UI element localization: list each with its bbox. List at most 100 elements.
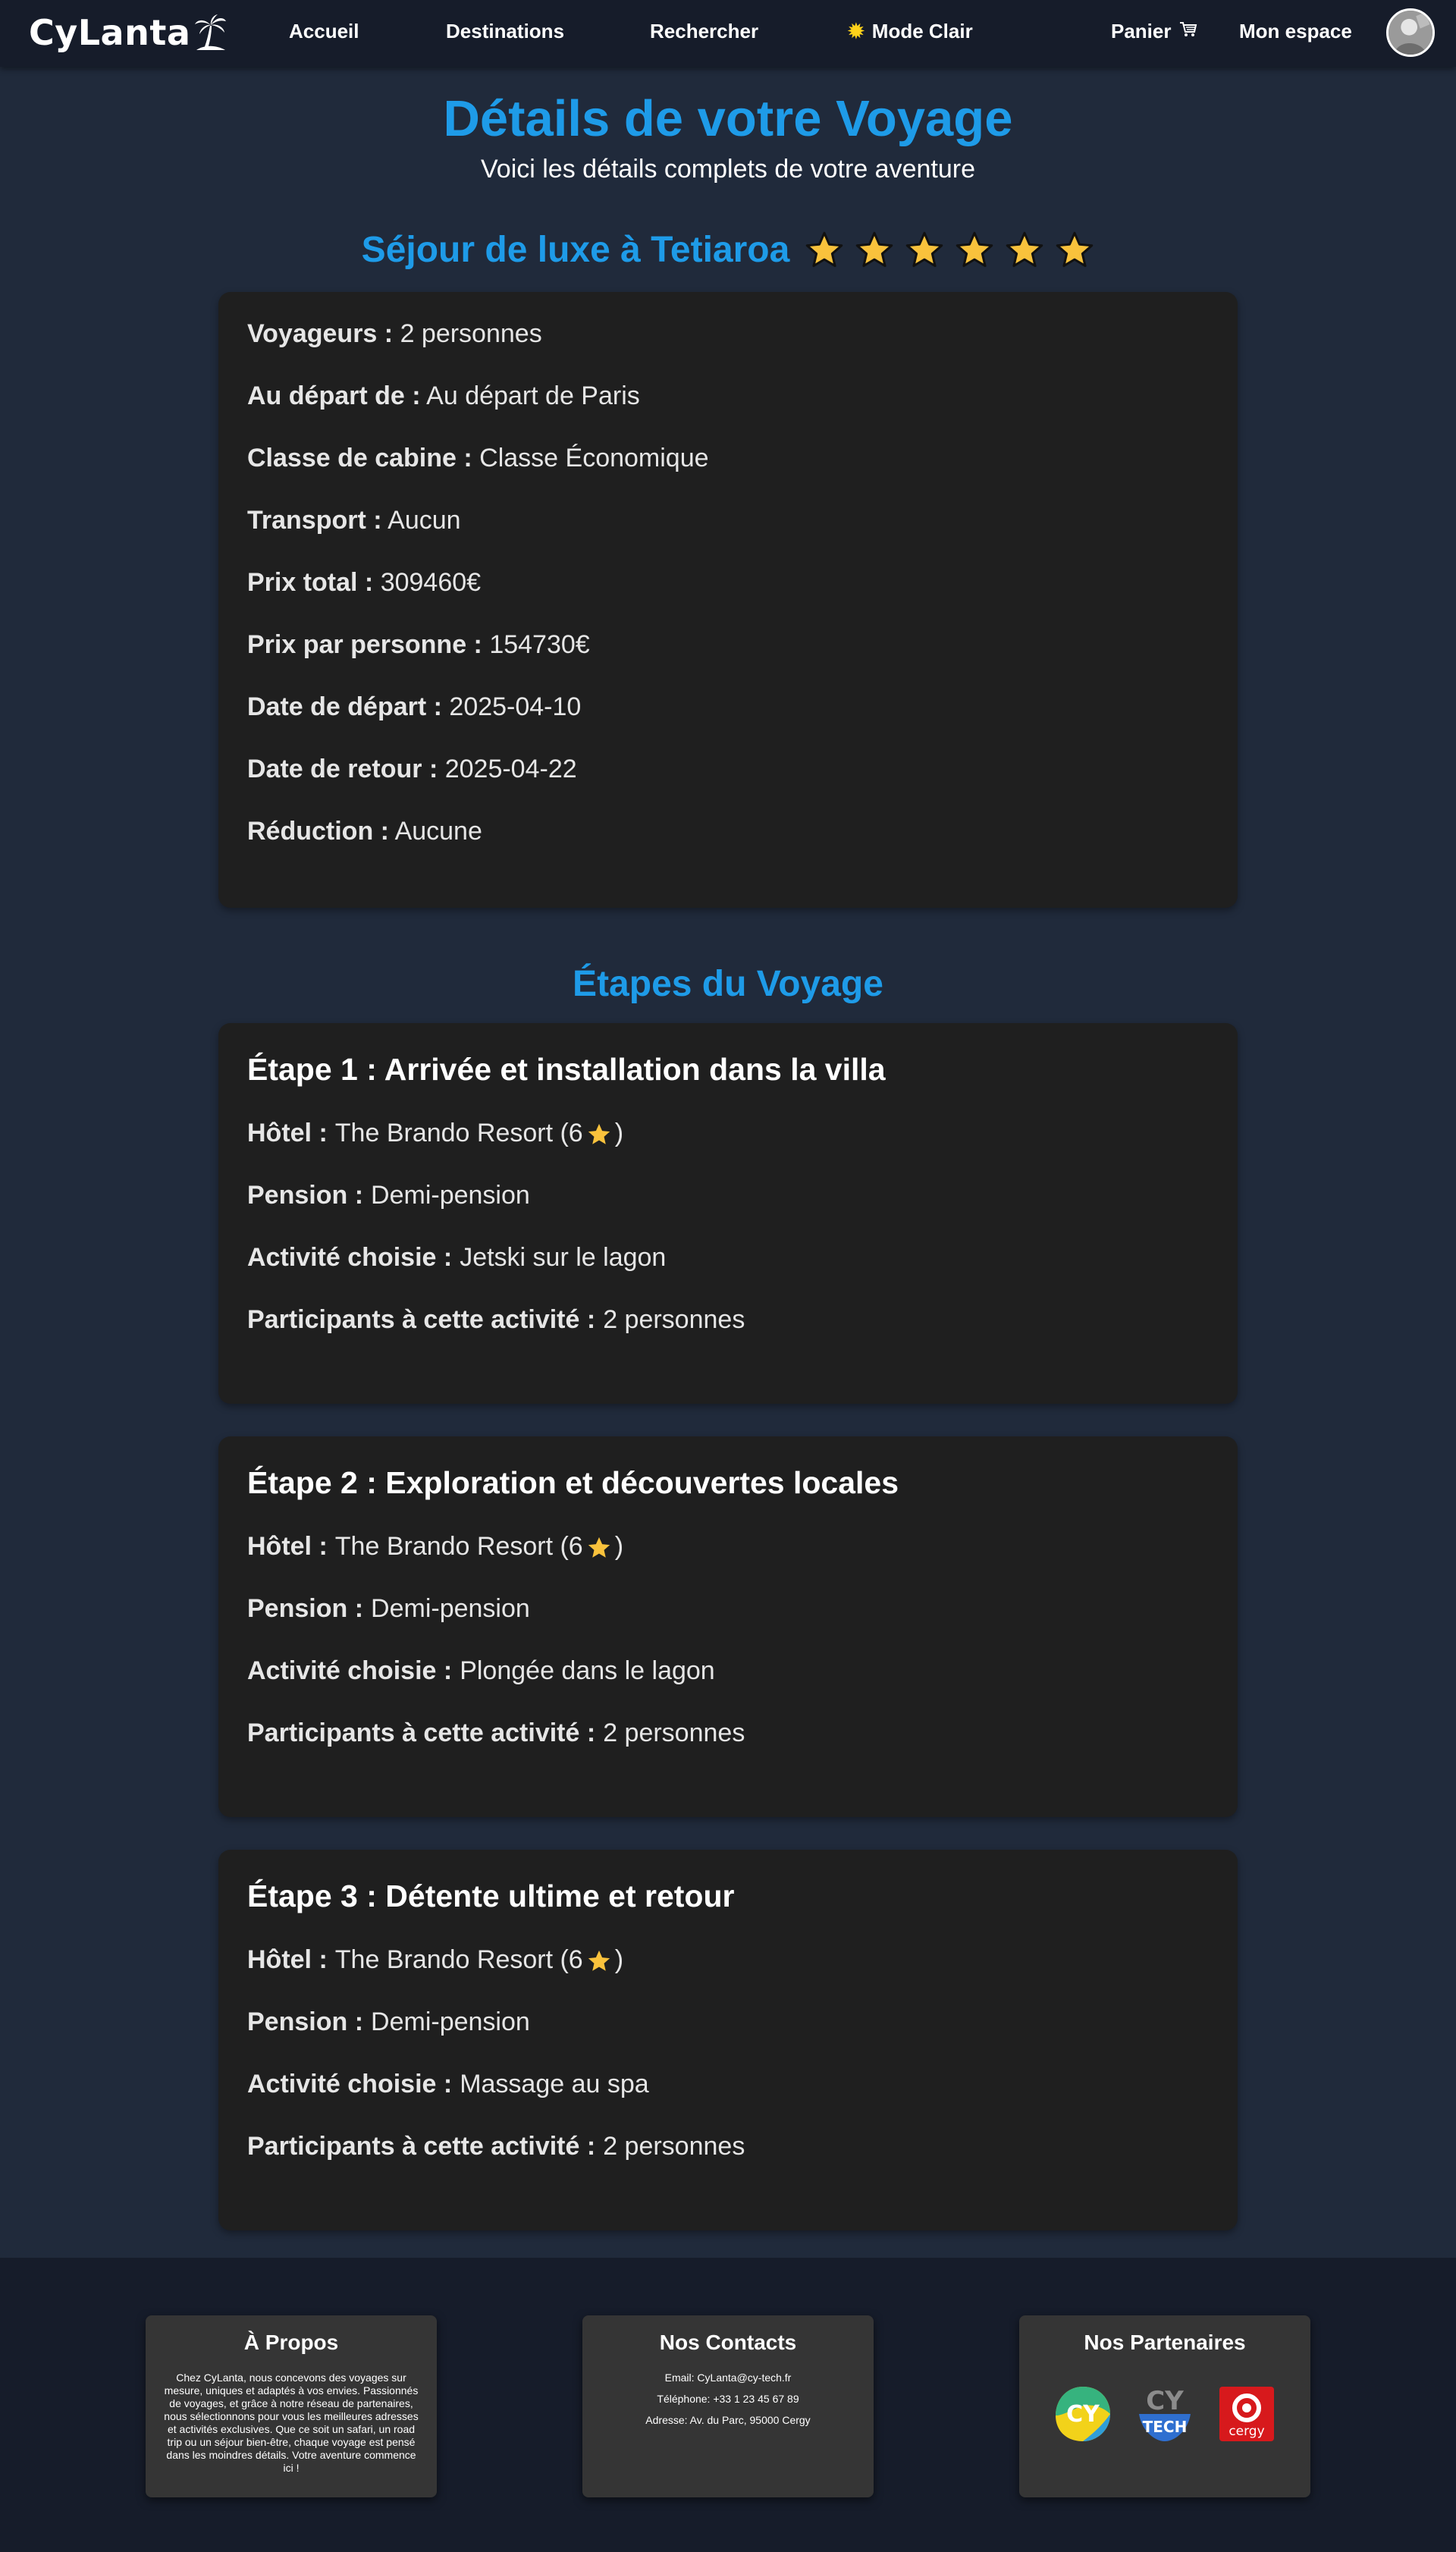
footer-partners-card: Nos Partenaires CY CY TECH cergy: [1019, 2315, 1310, 2497]
stage-activity: Activité choisie : Jetski sur le lagon: [247, 1243, 666, 1273]
star-icon: [856, 231, 893, 267]
star-icon: [806, 231, 843, 267]
stage-participants-label: Participants à cette activité :: [247, 1719, 596, 1747]
nav-link-destinations[interactable]: Destinations: [446, 20, 564, 43]
cy-logo[interactable]: CY: [1053, 2384, 1113, 2444]
detail-discount: Réduction : Aucune: [247, 817, 482, 846]
partners-logos: CY CY TECH cergy: [1019, 2384, 1310, 2444]
stage-card: Étape 3 : Détente ultime et retour Hôtel…: [218, 1850, 1238, 2230]
cart-link[interactable]: Panier: [1111, 20, 1197, 43]
stage-hotel-close: ): [614, 1119, 624, 1147]
stage-activity-label: Activité choisie :: [247, 1243, 453, 1272]
stage-hotel-close: ): [614, 1945, 624, 1974]
avatar[interactable]: [1386, 8, 1435, 57]
stage-participants-value: 2 personnes: [603, 2132, 745, 2161]
star-icon: [1006, 231, 1043, 267]
navbar: CyLanta Accueil Destinations Rechercher …: [0, 0, 1456, 67]
stage-activity-value: Plongée dans le lagon: [460, 1656, 715, 1685]
stage-hotel: Hôtel : The Brando Resort (6 ): [247, 1119, 623, 1148]
cergy-logo-text: cergy: [1228, 2424, 1264, 2439]
contact-phone[interactable]: Téléphone: +33 1 23 45 67 89: [582, 2388, 874, 2409]
stage-title: Étape 2 : Exploration et découvertes loc…: [247, 1465, 899, 1500]
stage-participants: Participants à cette activité : 2 person…: [247, 1305, 745, 1335]
cergy-logo[interactable]: cergy: [1216, 2384, 1277, 2444]
detail-transport: Transport : Aucun: [247, 506, 461, 535]
cy-tech-logo-top: CY: [1146, 2386, 1184, 2416]
star-icon: [583, 1532, 615, 1562]
stage-activity-label: Activité choisie :: [247, 1656, 453, 1685]
brand-logo[interactable]: CyLanta: [29, 12, 227, 53]
footer-contacts-card: Nos Contacts Email: CyLanta@cy-tech.fr T…: [582, 2315, 874, 2497]
detail-value: 309460€: [380, 568, 482, 597]
detail-label: Date de retour :: [247, 755, 438, 783]
stage-participants-value: 2 personnes: [603, 1305, 745, 1334]
stage-hotel-close: ): [614, 1532, 624, 1561]
cart-icon: [1179, 20, 1197, 43]
stage-activity-value: Jetski sur le lagon: [460, 1243, 667, 1272]
detail-value: Au départ de Paris: [426, 381, 640, 410]
detail-departure-city: Au départ de : Au départ de Paris: [247, 381, 640, 411]
cy-tech-logo-bottom: TECH: [1143, 2418, 1188, 2436]
stage-pension-label: Pension :: [247, 2007, 364, 2036]
contact-address: Adresse: Av. du Parc, 95000 Cergy: [645, 2414, 811, 2426]
detail-travelers: Voyageurs : 2 personnes: [247, 319, 542, 349]
detail-price-per-person: Prix par personne : 154730€: [247, 630, 590, 660]
nav-link-search[interactable]: Rechercher: [650, 20, 758, 43]
theme-toggle-button[interactable]: ✹ Mode Clair: [848, 20, 973, 43]
stage-title: Étape 1 : Arrivée et installation dans l…: [247, 1052, 886, 1087]
detail-total-price: Prix total : 309460€: [247, 568, 481, 598]
footer-contacts-title: Nos Contacts: [659, 2331, 797, 2354]
detail-label: Au départ de :: [247, 381, 421, 410]
contact-list: Email: CyLanta@cy-tech.fr Téléphone: +33…: [582, 2367, 874, 2431]
stage-card: Étape 1 : Arrivée et installation dans l…: [218, 1023, 1238, 1404]
cart-label: Panier: [1111, 20, 1172, 42]
stage-activity: Activité choisie : Massage au spa: [247, 2070, 649, 2099]
detail-return-date: Date de retour : 2025-04-22: [247, 755, 577, 784]
detail-label: Classe de cabine :: [247, 444, 472, 472]
star-icon: [1056, 231, 1094, 267]
stage-activity-label: Activité choisie :: [247, 2070, 453, 2098]
contact-email[interactable]: Email: CyLanta@cy-tech.fr: [582, 2367, 874, 2388]
footer-about-text: Chez CyLanta, nous concevons des voyages…: [164, 2372, 419, 2474]
cy-tech-logo[interactable]: CY TECH: [1134, 2384, 1195, 2444]
page-title: Détails de votre Voyage: [443, 90, 1013, 147]
star-icon: [906, 231, 943, 267]
nav-link-account[interactable]: Mon espace: [1239, 20, 1352, 43]
footer-about-title: À Propos: [243, 2331, 339, 2354]
brand-name: CyLanta: [29, 12, 191, 53]
stage-hotel-label: Hôtel :: [247, 1945, 328, 1974]
stage-pension-label: Pension :: [247, 1594, 364, 1623]
detail-value: 2025-04-10: [449, 692, 582, 721]
stage-pension-label: Pension :: [247, 1181, 364, 1210]
trip-rating: [805, 231, 1094, 270]
detail-label: Réduction :: [247, 817, 389, 846]
footer-about-card: À Propos Chez CyLanta, nous concevons de…: [146, 2315, 437, 2497]
star-icon: [583, 1119, 615, 1148]
nav-link-home[interactable]: Accueil: [289, 20, 359, 43]
footer: À Propos Chez CyLanta, nous concevons de…: [0, 2258, 1456, 2552]
stage-pension-value: Demi-pension: [371, 2007, 530, 2036]
detail-label: Transport :: [247, 506, 382, 535]
page-subtitle: Voici les détails complets de votre aven…: [480, 155, 975, 184]
detail-value: 154730€: [489, 630, 590, 659]
detail-cabin-class: Classe de cabine : Classe Économique: [247, 444, 709, 473]
palm-tree-icon: [195, 14, 227, 50]
stage-pension: Pension : Demi-pension: [247, 2007, 530, 2037]
detail-label: Prix total :: [247, 568, 374, 597]
star-icon: [583, 1945, 615, 1975]
stage-hotel: Hôtel : The Brando Resort (6 ): [247, 1945, 623, 1975]
stage-title: Étape 3 : Détente ultime et retour: [247, 1879, 735, 1913]
cy-logo-text: CY: [1066, 2401, 1100, 2428]
stage-hotel-value: The Brando Resort (6: [334, 1119, 583, 1147]
detail-departure-date: Date de départ : 2025-04-10: [247, 692, 581, 722]
stage-activity-value: Massage au spa: [460, 2070, 649, 2098]
detail-value: Aucune: [394, 817, 482, 846]
stage-hotel-value: The Brando Resort (6: [334, 1532, 583, 1561]
theme-toggle-label: Mode Clair: [871, 20, 973, 42]
trip-title-row: Séjour de luxe à Tetiaroa: [0, 229, 1456, 271]
stage-hotel: Hôtel : The Brando Resort (6 ): [247, 1532, 623, 1562]
stage-participants: Participants à cette activité : 2 person…: [247, 2132, 745, 2161]
stage-participants-label: Participants à cette activité :: [247, 1305, 596, 1334]
footer-partners-title: Nos Partenaires: [1084, 2331, 1246, 2354]
detail-value: 2025-04-22: [444, 755, 577, 783]
